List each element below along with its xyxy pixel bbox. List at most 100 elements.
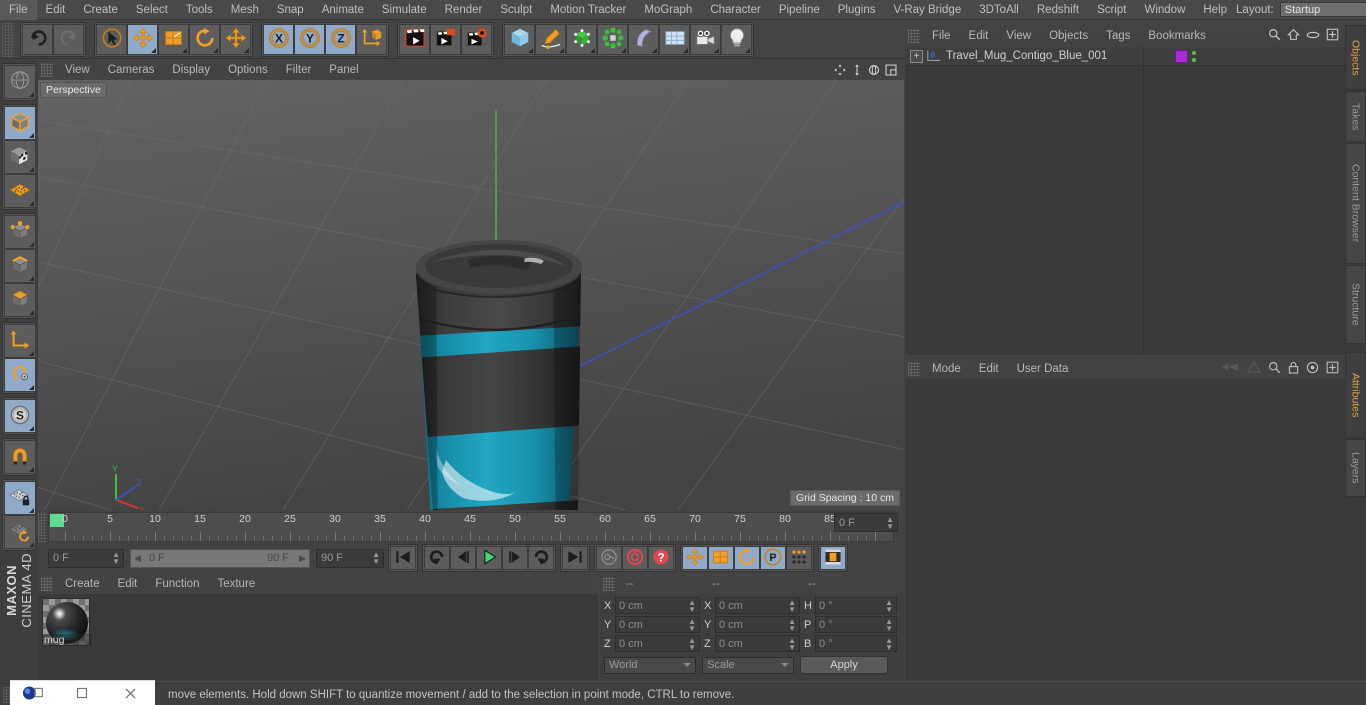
submenu-corner-icon[interactable] <box>745 48 750 53</box>
menu-render[interactable]: Render <box>436 0 492 20</box>
rotate-view-icon[interactable] <box>867 63 881 77</box>
workplane-mode-button[interactable] <box>4 174 36 208</box>
nurbs-button[interactable] <box>566 24 597 55</box>
step-forward-button[interactable] <box>502 546 528 570</box>
spinner-icon[interactable]: ▲ ▼ <box>372 551 380 566</box>
frame-range-slider[interactable]: ◀ 0 F 90 F ▶ <box>130 548 310 568</box>
material-list[interactable]: mug <box>38 594 598 680</box>
submenu-corner-icon[interactable] <box>29 201 34 206</box>
target-icon[interactable] <box>1306 361 1319 377</box>
menu-create[interactable]: Create <box>74 0 127 20</box>
polygons-mode-button[interactable] <box>4 283 36 317</box>
material-menu-function[interactable]: Function <box>146 574 208 594</box>
menu-character[interactable]: Character <box>701 0 770 20</box>
submenu-corner-icon[interactable] <box>182 48 187 53</box>
material-menu-edit[interactable]: Edit <box>109 574 147 594</box>
vtab-layers[interactable]: Layers <box>1345 439 1366 497</box>
undo-button[interactable] <box>22 24 53 55</box>
submenu-corner-icon[interactable] <box>590 48 595 53</box>
max-frame-field[interactable]: 90 F ▲ ▼ <box>316 548 384 568</box>
spinner-icon[interactable]: ▲ ▼ <box>788 617 796 632</box>
submenu-corner-icon[interactable] <box>29 92 34 97</box>
toolbar-grip[interactable] <box>2 22 14 57</box>
menu-simulate[interactable]: Simulate <box>373 0 436 20</box>
coord-rotation-field[interactable]: 0 ° ▲ ▼ <box>815 635 897 652</box>
menu-mesh[interactable]: Mesh <box>222 0 268 20</box>
submenu-corner-icon[interactable] <box>213 48 218 53</box>
vtab-attributes[interactable]: Attributes <box>1345 352 1366 438</box>
submenu-corner-icon[interactable] <box>714 48 719 53</box>
layout-dropdown[interactable]: Startup <box>1279 2 1366 17</box>
axis-y-button[interactable]: Y <box>294 24 325 55</box>
submenu-corner-icon[interactable] <box>29 242 34 247</box>
submenu-corner-icon[interactable] <box>29 133 34 138</box>
object-name[interactable]: Travel_Mug_Contigo_Blue_001 <box>946 50 1107 62</box>
enable-snap-button[interactable] <box>4 358 36 392</box>
world-coord-button[interactable] <box>356 24 387 55</box>
viewport-menu-filter[interactable]: Filter <box>277 60 321 80</box>
lock-icon[interactable] <box>1288 361 1299 377</box>
submenu-corner-icon[interactable] <box>683 48 688 53</box>
vtab-structure[interactable]: Structure <box>1345 265 1366 344</box>
model-mode-button[interactable] <box>4 106 36 140</box>
axis-x-button[interactable]: X <box>263 24 294 55</box>
vtab-objects[interactable]: Objects <box>1345 25 1366 90</box>
object-tree[interactable]: + 0 Travel_Mug_Contigo_Blue_001 <box>905 47 1345 355</box>
coordinate-system-dropdown[interactable]: World <box>604 656 696 674</box>
submenu-corner-icon[interactable] <box>29 310 34 315</box>
coord-position-field[interactable]: 0 cm ▲ ▼ <box>615 635 700 652</box>
coord-position-field[interactable]: 0 cm ▲ ▼ <box>615 616 700 633</box>
axis-z-button[interactable]: Z <box>325 24 356 55</box>
floor-button[interactable] <box>659 24 690 55</box>
key-rotation-button[interactable] <box>734 546 760 570</box>
move-button[interactable] <box>127 24 158 55</box>
coordinates-grip[interactable] <box>603 577 615 591</box>
timeline-grip[interactable] <box>38 512 47 542</box>
texture-mode-button[interactable] <box>4 140 36 174</box>
keyframe-help-button[interactable]: ? <box>648 546 674 570</box>
right-frame-field[interactable]: 0 F ▲ ▼ <box>834 513 898 532</box>
current-frame-field[interactable]: 0 F ▲ ▼ <box>48 548 124 568</box>
object-menu-objects[interactable]: Objects <box>1040 26 1097 46</box>
cube-primitive-button[interactable] <box>504 24 535 55</box>
attribute-menu-user-data[interactable]: User Data <box>1008 359 1078 379</box>
history-forward-icon[interactable] <box>1246 360 1262 376</box>
redo-button[interactable] <box>53 24 84 55</box>
material-item[interactable]: mug <box>42 598 92 646</box>
magnet-button[interactable] <box>4 440 36 474</box>
scale-button[interactable] <box>158 24 189 55</box>
submenu-corner-icon[interactable] <box>151 48 156 53</box>
deformer-button[interactable] <box>628 24 659 55</box>
material-grip[interactable] <box>41 577 53 591</box>
menu-file[interactable]: File <box>0 0 37 20</box>
render-view-button[interactable] <box>399 24 430 55</box>
array-button[interactable] <box>597 24 628 55</box>
viewport-menu-options[interactable]: Options <box>219 60 277 80</box>
submenu-corner-icon[interactable] <box>29 467 34 472</box>
key-scale-button[interactable] <box>708 546 734 570</box>
range-left-arrow-icon[interactable]: ◀ <box>134 553 141 564</box>
ellipse-icon[interactable] <box>1306 30 1320 43</box>
object-row[interactable]: + 0 Travel_Mug_Contigo_Blue_001 <box>905 47 1345 66</box>
play-button[interactable] <box>476 546 502 570</box>
spinner-icon[interactable]: ▲ ▼ <box>688 617 696 632</box>
material-menu-create[interactable]: Create <box>56 574 109 594</box>
spline-pen-button[interactable] <box>535 24 566 55</box>
render-settings-button[interactable] <box>461 24 492 55</box>
apply-button[interactable]: Apply <box>800 656 888 674</box>
status-dots-icon[interactable] <box>1192 50 1196 62</box>
material-tag-icon[interactable] <box>1175 49 1188 63</box>
submenu-corner-icon[interactable] <box>29 385 34 390</box>
search-icon[interactable] <box>1268 361 1281 377</box>
light-button[interactable] <box>721 24 752 55</box>
submenu-corner-icon[interactable] <box>559 48 564 53</box>
key-position-button[interactable] <box>682 546 708 570</box>
coord-rotation-field[interactable]: 0 ° ▲ ▼ <box>815 597 897 614</box>
attribute-body[interactable] <box>905 379 1345 680</box>
search-icon[interactable] <box>1268 28 1281 44</box>
spinner-icon[interactable]: ▲ ▼ <box>688 598 696 613</box>
submenu-corner-icon[interactable] <box>29 167 34 172</box>
object-grip[interactable] <box>908 29 920 43</box>
autokey-button[interactable] <box>622 546 648 570</box>
menu-tools[interactable]: Tools <box>177 0 222 20</box>
